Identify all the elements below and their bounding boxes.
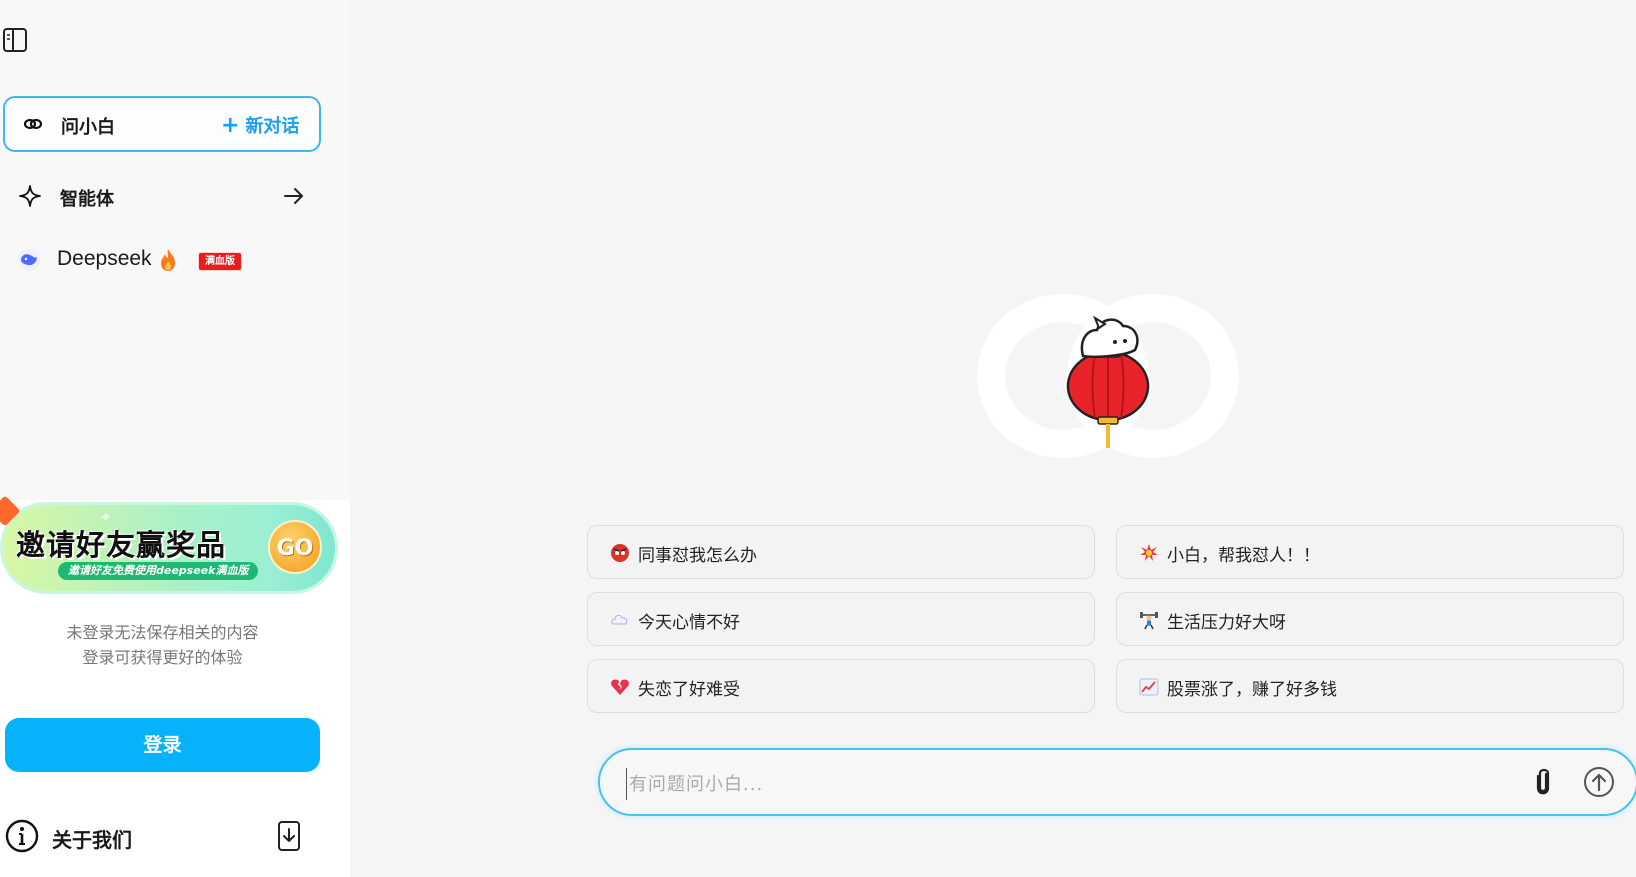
- download-app-icon[interactable]: [277, 820, 301, 852]
- fire-icon: [161, 249, 175, 271]
- sidebar: 问小白 + 新对话 智能体 Deepseek 满血版 ✦ 邀请好友赢奖品 邀请好友…: [0, 0, 350, 877]
- cloud-emoji-icon: [611, 615, 628, 625]
- suggestion-text: 小白，帮我怼人！！: [1167, 546, 1320, 566]
- full-version-badge: 满血版: [198, 252, 242, 271]
- deepseek-whale-icon: [18, 249, 40, 271]
- plus-icon: +: [221, 113, 240, 138]
- go-button[interactable]: GO: [268, 520, 322, 574]
- paperclip-icon[interactable]: [1530, 766, 1556, 798]
- angry-face-emoji-icon: [611, 544, 629, 562]
- new-chat-button[interactable]: + 新对话: [221, 112, 299, 138]
- suggestion-text: 失恋了好难受: [638, 680, 740, 700]
- suggestion-text: 生活压力好大呀: [1167, 613, 1286, 633]
- info-icon: [5, 819, 39, 853]
- sidebar-item-agents[interactable]: 智能体: [0, 172, 320, 220]
- banner-subtitle: 邀请好友免费使用deepseek满血版: [58, 562, 259, 580]
- chart-up-emoji-icon: [1139, 678, 1159, 696]
- about-us-label: 关于我们: [52, 828, 132, 852]
- about-us-link[interactable]: 关于我们: [5, 817, 325, 857]
- suggestion-chip[interactable]: 今天心情不好: [587, 592, 1095, 646]
- banner-title: 邀请好友赢奖品: [16, 528, 227, 562]
- xiaobai-lantern-mascot-logo: [977, 294, 1239, 458]
- send-arrow-up-icon[interactable]: [1583, 766, 1615, 798]
- suggestion-text: 股票涨了，赚了好多钱: [1167, 680, 1337, 700]
- notice-line: 登录可获得更好的体验: [82, 648, 243, 667]
- broken-heart-emoji-icon: [611, 679, 629, 695]
- sidebar-item-label: 问小白: [61, 117, 115, 138]
- suggestion-chip[interactable]: 生活压力好大呀: [1116, 592, 1624, 646]
- login-notice: 未登录无法保存相关的内容 登录可获得更好的体验: [0, 620, 325, 670]
- sidebar-toggle-icon[interactable]: [2, 27, 28, 53]
- suggestion-text: 同事怼我怎么办: [638, 546, 757, 566]
- suggestion-chip[interactable]: 股票涨了，赚了好多钱: [1116, 659, 1624, 713]
- sidebar-item-ask[interactable]: 问小白 + 新对话: [3, 96, 321, 152]
- suggestion-chip[interactable]: 同事怼我怎么办: [587, 525, 1095, 579]
- suggestion-chip[interactable]: 小白，帮我怼人！！: [1116, 525, 1624, 579]
- sparkle-icon: [19, 185, 41, 207]
- explosion-emoji-icon: [1140, 544, 1158, 561]
- chat-input-box: [598, 748, 1636, 816]
- login-button[interactable]: 登录: [5, 718, 320, 772]
- weightlifter-emoji-icon: [1140, 612, 1158, 630]
- link-logo-icon: [22, 113, 44, 135]
- notice-line: 未登录无法保存相关的内容: [66, 623, 259, 642]
- new-chat-label: 新对话: [245, 116, 300, 137]
- chat-input[interactable]: [626, 768, 1451, 800]
- sidebar-item-label: Deepseek: [57, 247, 152, 270]
- suggestion-chip[interactable]: 失恋了好难受: [587, 659, 1095, 713]
- sidebar-item-deepseek[interactable]: Deepseek 满血版: [0, 236, 320, 284]
- arrow-right-icon: [284, 188, 303, 204]
- suggestion-text: 今天心情不好: [638, 613, 740, 633]
- invite-banner[interactable]: ✦ 邀请好友赢奖品 邀请好友免费使用deepseek满血版 GO: [0, 502, 338, 594]
- sidebar-item-label: 智能体: [60, 189, 114, 210]
